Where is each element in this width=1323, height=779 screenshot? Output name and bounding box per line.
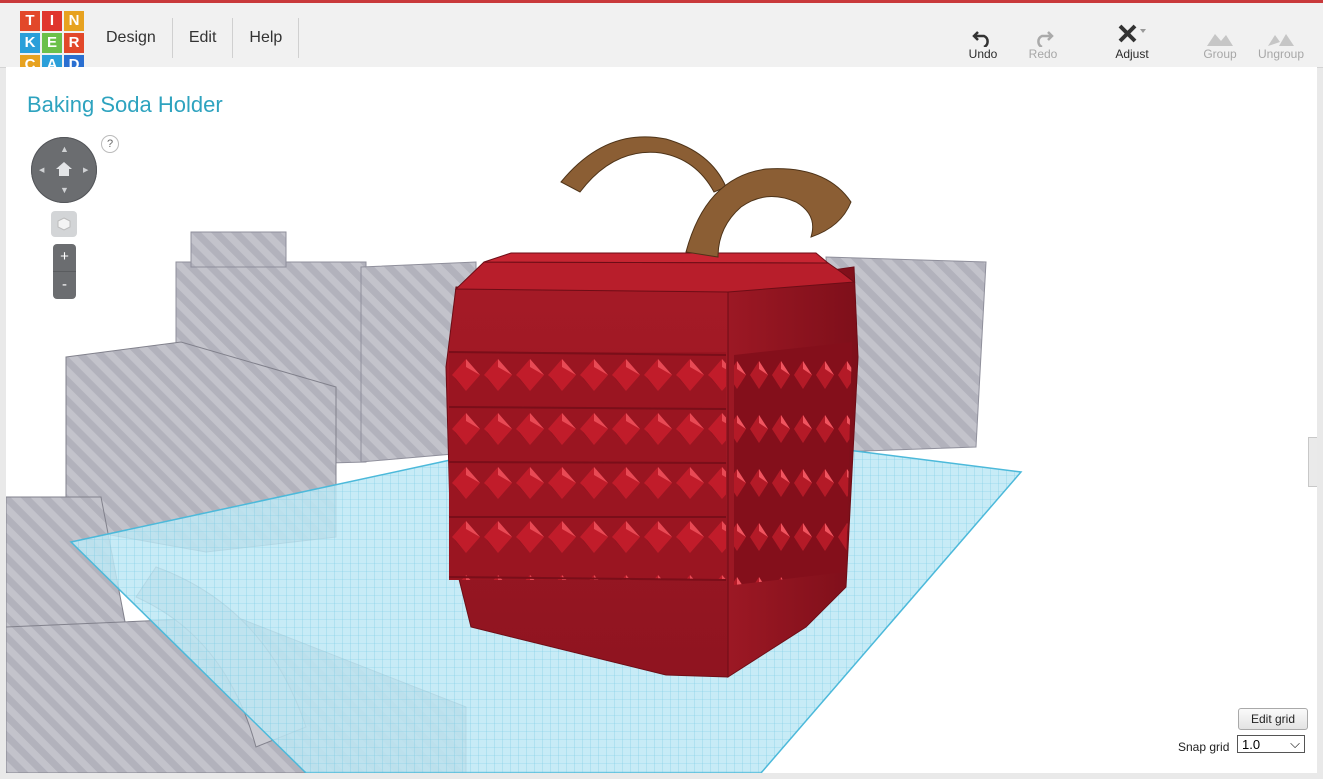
top-bar: T I N K E R C A D Design Edit Help Undo …: [0, 3, 1323, 75]
logo-letter: K: [20, 33, 40, 53]
menu-edit[interactable]: Edit: [173, 18, 234, 58]
adjust-icon: [1102, 21, 1162, 47]
snap-grid-value: 1.0: [1242, 737, 1261, 752]
redo-label: Redo: [1028, 47, 1058, 61]
ungroup-icon: [1251, 21, 1311, 47]
chevron-down-icon: ⌵: [1290, 736, 1300, 751]
undo-label: Undo: [968, 47, 998, 61]
group-button[interactable]: Group: [1190, 21, 1250, 61]
menu-help[interactable]: Help: [233, 18, 300, 58]
help-button[interactable]: ?: [101, 135, 119, 153]
zoom-control: + -: [53, 244, 76, 299]
cube-icon: [57, 217, 71, 231]
adjust-button[interactable]: Adjust: [1102, 21, 1162, 61]
view-cube-button[interactable]: [51, 211, 77, 237]
adjust-label: Adjust: [1115, 47, 1149, 61]
logo-letter: E: [42, 33, 62, 53]
zoom-in-button[interactable]: +: [53, 244, 76, 271]
ungroup-label: Ungroup: [1257, 47, 1305, 61]
redo-button[interactable]: Redo: [1013, 21, 1073, 61]
arrow-right-icon[interactable]: ▶: [83, 166, 88, 175]
tinkercad-logo[interactable]: T I N K E R C A D: [20, 11, 84, 75]
logo-letter: N: [64, 11, 84, 31]
undo-button[interactable]: Undo: [953, 21, 1013, 61]
logo-letter: I: [42, 11, 62, 31]
side-panel-toggle[interactable]: [1308, 437, 1317, 487]
project-title[interactable]: Baking Soda Holder: [27, 92, 223, 118]
undo-icon: [953, 21, 1013, 47]
group-icon: [1190, 21, 1250, 47]
3d-workspace[interactable]: Baking Soda Holder ? ▲ ▼ ◀ ▶ + - Edit gr…: [6, 67, 1317, 773]
apple-stem-object[interactable]: [560, 136, 852, 258]
arrow-down-icon[interactable]: ▼: [60, 186, 69, 195]
edit-grid-button[interactable]: Edit grid: [1238, 708, 1308, 730]
redo-icon: [1013, 21, 1073, 47]
ungroup-button[interactable]: Ungroup: [1251, 21, 1311, 61]
orbit-navigation-wheel[interactable]: ▲ ▼ ◀ ▶: [31, 137, 97, 203]
snap-grid-label: Snap grid: [1178, 740, 1230, 754]
home-icon[interactable]: [55, 161, 73, 177]
zoom-out-button[interactable]: -: [53, 271, 76, 299]
arrow-left-icon[interactable]: ◀: [39, 166, 44, 175]
scene-viewport[interactable]: [6, 67, 1317, 773]
logo-letter: T: [20, 11, 40, 31]
group-label: Group: [1203, 47, 1237, 61]
main-menu: Design Edit Help: [90, 18, 300, 58]
logo-letter: R: [64, 33, 84, 53]
arrow-up-icon[interactable]: ▲: [60, 145, 69, 154]
snap-grid-select[interactable]: 1.0 ⌵: [1237, 735, 1305, 753]
baking-soda-holder-object[interactable]: [445, 252, 859, 678]
menu-design[interactable]: Design: [90, 18, 173, 58]
